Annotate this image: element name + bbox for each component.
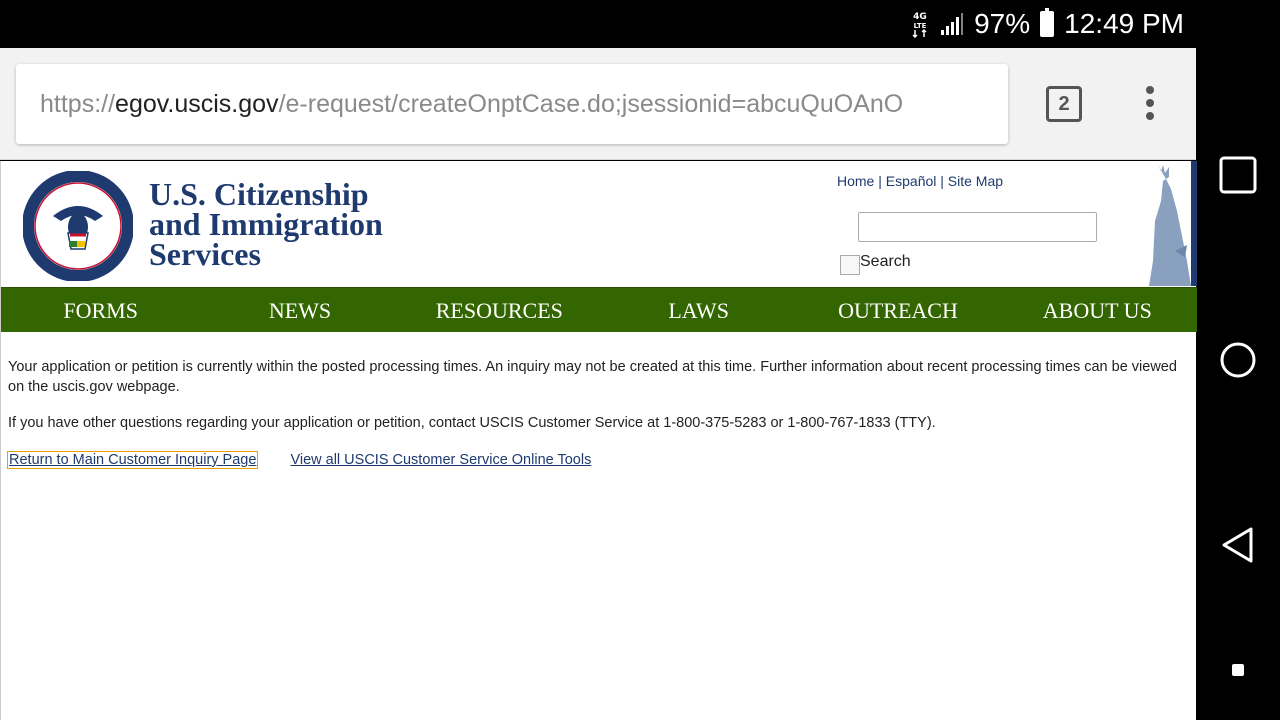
nav-laws[interactable]: LAWS (599, 288, 798, 332)
home-button[interactable] (1218, 340, 1258, 380)
keyboard-toggle-icon[interactable] (1218, 650, 1258, 690)
nav-news[interactable]: NEWS (200, 288, 399, 332)
brand-line-1: U.S. Citizenship (149, 176, 369, 212)
svg-text:4G: 4G (913, 12, 927, 22)
search-button-label: Search (860, 253, 911, 270)
back-button[interactable] (1218, 525, 1258, 565)
view-all-tools-link[interactable]: View all USCIS Customer Service Online T… (290, 452, 591, 468)
nav-forms[interactable]: FORMS (1, 288, 200, 332)
utility-links: Home | Español | Site Map (837, 173, 1004, 189)
tab-switcher-button[interactable]: 2 (1046, 86, 1082, 122)
nav-resources[interactable]: RESOURCES (400, 288, 599, 332)
signal-strength-icon (941, 13, 964, 35)
network-type-icon: 4G LTE (910, 10, 930, 39)
system-nav-bar (1196, 0, 1280, 720)
site-header: U.S. Citizenship and Immigration Service… (1, 161, 1197, 286)
status-icons: 4G LTE 97% 12:49 PM (910, 0, 1184, 48)
clock: 12:49 PM (1064, 8, 1184, 39)
brand-line-3: Services (149, 236, 261, 272)
url-path: /e-request/createOnptCase.do;jsessionid=… (278, 90, 904, 118)
site-map-link[interactable]: Site Map (948, 173, 1003, 189)
url-scheme: https:// (40, 90, 116, 118)
action-links: Return to Main Customer Inquiry Page Vie… (7, 451, 591, 469)
return-main-inquiry-link[interactable]: Return to Main Customer Inquiry Page (7, 451, 259, 469)
svg-text:LTE: LTE (914, 22, 927, 30)
recent-apps-button[interactable] (1218, 155, 1258, 195)
battery-icon (1040, 8, 1055, 37)
nav-about-us[interactable]: ABOUT US (998, 288, 1197, 332)
brand-line-2: and Immigration (149, 206, 383, 242)
url-host: egov.uscis.gov (115, 90, 279, 118)
status-bar: 4G LTE 97% 12:49 PM (0, 0, 1196, 48)
contact-message: If you have other questions regarding yo… (8, 415, 936, 431)
statue-of-liberty-icon (1149, 163, 1191, 286)
nav-outreach[interactable]: OUTREACH (798, 288, 997, 332)
overflow-menu-icon[interactable] (1144, 86, 1156, 122)
url-bar[interactable]: https://egov.uscis.gov/e-request/createO… (16, 64, 1008, 144)
site-brand[interactable]: U.S. Citizenship and Immigration Service… (149, 176, 383, 272)
battery-percent: 97% (974, 8, 1031, 39)
search-input[interactable] (858, 212, 1097, 242)
dhs-seal-logo[interactable] (23, 171, 133, 281)
browser-toolbar: https://egov.uscis.gov/e-request/createO… (0, 48, 1196, 160)
home-link[interactable]: Home (837, 173, 874, 189)
espanol-link[interactable]: Español (886, 173, 937, 189)
processing-message: Your application or petition is currentl… (8, 359, 1177, 395)
broken-image-icon (840, 255, 860, 275)
main-content: Your application or petition is currentl… (8, 357, 1178, 449)
header-side-strip (1191, 161, 1197, 286)
main-navigation: FORMS NEWS RESOURCES LAWS OUTREACH ABOUT… (1, 287, 1197, 332)
web-page: U.S. Citizenship and Immigration Service… (0, 161, 1197, 720)
search-button[interactable]: Search (840, 249, 911, 275)
